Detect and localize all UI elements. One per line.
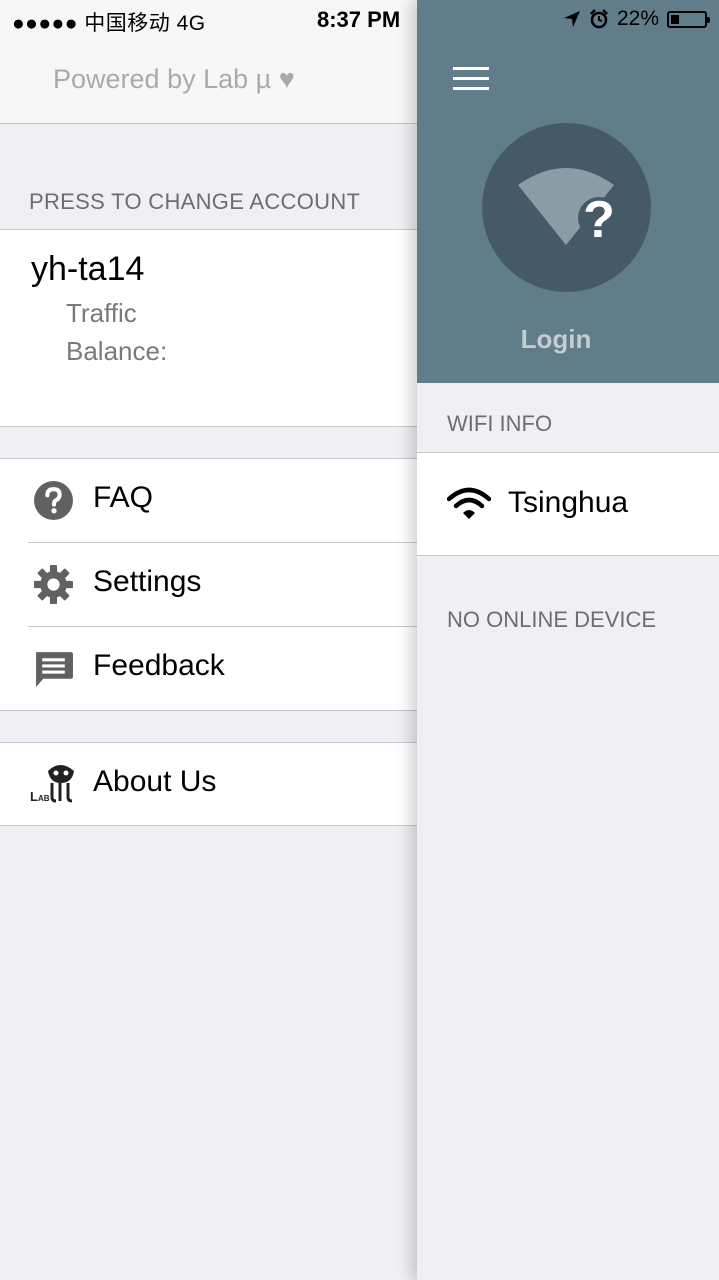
settings-label: Settings xyxy=(93,565,202,598)
clock: 8:37 PM xyxy=(317,7,401,32)
location-arrow-icon xyxy=(563,11,580,27)
carrier-text: ●●●●● 中国移动 4G xyxy=(12,12,206,35)
faq-label: FAQ xyxy=(93,481,154,514)
wifi-section-label: WIFI INFO xyxy=(447,411,553,436)
help-icon xyxy=(34,481,73,520)
status-bar: ●●●●● 中国移动 4G 8:37 PM 22% xyxy=(0,0,719,40)
login-header: ? Login xyxy=(417,0,719,383)
about-label: About Us xyxy=(93,765,217,798)
battery-icon xyxy=(667,10,710,28)
wifi-status-avatar[interactable]: ? xyxy=(482,123,651,292)
faq-item[interactable]: FAQ xyxy=(0,459,417,543)
svg-text:L: L xyxy=(30,789,38,804)
svg-text:?: ? xyxy=(583,191,615,249)
feedback-label: Feedback xyxy=(93,649,225,682)
hamburger-menu-icon[interactable] xyxy=(453,67,489,91)
left-drawer: Powered by Lab µ ♥ PRESS TO CHANGE ACCOU… xyxy=(0,0,417,1280)
chat-icon xyxy=(36,652,73,687)
settings-item[interactable]: Settings xyxy=(0,543,417,627)
menu-card: FAQ Settings Feedback xyxy=(0,458,417,711)
main-panel: ? Login WIFI INFO Tsinghua NO ONLINE DEV… xyxy=(417,0,719,1280)
wifi-icon xyxy=(447,487,491,519)
status-right: 22% xyxy=(563,7,710,31)
feedback-item[interactable]: Feedback xyxy=(0,627,417,711)
about-item[interactable]: L AB About Us xyxy=(0,743,417,825)
battery-percent: 22% xyxy=(616,7,659,30)
no-device-label: NO ONLINE DEVICE xyxy=(447,607,657,632)
account-username: yh-ta14 xyxy=(31,250,145,288)
traffic-label: Traffic xyxy=(66,298,137,328)
balance-label: Balance: xyxy=(66,336,168,366)
account-card[interactable]: yh-ta14 Traffic Balance: xyxy=(0,229,417,427)
svg-text:AB: AB xyxy=(38,794,50,803)
wifi-unknown-icon: ? xyxy=(518,168,620,249)
wifi-card: Tsinghua xyxy=(417,452,719,556)
lab-logo-icon: L AB xyxy=(30,765,74,804)
account-section-label: PRESS TO CHANGE ACCOUNT xyxy=(29,189,361,214)
about-card: L AB About Us xyxy=(0,742,417,826)
wifi-ssid: Tsinghua xyxy=(508,486,629,519)
powered-by-text: Powered by Lab µ ♥ xyxy=(53,64,295,94)
alarm-icon xyxy=(590,9,608,29)
gear-icon xyxy=(34,565,73,604)
login-button[interactable]: Login xyxy=(417,324,695,355)
